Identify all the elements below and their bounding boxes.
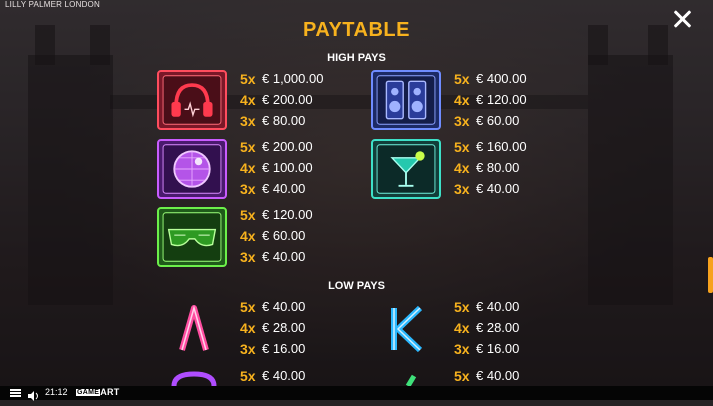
scrollbar-thumb[interactable] [708, 257, 713, 293]
pay-amount: € 16.00 [476, 341, 520, 356]
pay-multiplier: 5x [240, 139, 256, 155]
pay-multiplier: 3x [454, 341, 470, 357]
pay-amount: € 40.00 [476, 181, 520, 196]
pay-multiplier: 5x [240, 299, 256, 315]
game-title: LILLY PALMER LONDON [5, 0, 100, 9]
pay-amount: € 1,000.00 [262, 71, 324, 86]
pay-amount: € 160.00 [476, 139, 527, 154]
disco-ball-icon [157, 139, 227, 199]
pay-multiplier: 5x [454, 299, 470, 315]
pay-amount: € 40.00 [262, 249, 306, 264]
pay-amount: € 40.00 [476, 368, 520, 383]
headphones-icon [157, 70, 227, 130]
pay-amount: € 28.00 [476, 320, 520, 335]
high-pays-heading: HIGH PAYS [327, 52, 386, 64]
pay-amount: € 28.00 [262, 320, 306, 335]
pay-amount: € 200.00 [262, 92, 313, 107]
pay-amount: € 40.00 [262, 299, 306, 314]
scrollbar[interactable] [708, 45, 713, 375]
pay-multiplier: 5x [240, 71, 256, 87]
letter-k-icon [372, 298, 440, 358]
pay-amount: € 120.00 [262, 207, 313, 222]
pay-amount: € 60.00 [476, 113, 520, 128]
pay-multiplier: 4x [240, 228, 256, 244]
pay-amount: € 40.00 [262, 181, 306, 196]
pay-multiplier: 5x [240, 207, 256, 223]
cocktail-icon [371, 139, 441, 199]
pay-multiplier: 3x [240, 113, 256, 129]
pay-multiplier: 4x [240, 160, 256, 176]
letter-j-icon [372, 366, 440, 386]
pay-amount: € 80.00 [476, 160, 520, 175]
pay-multiplier: 3x [454, 113, 470, 129]
sound-icon[interactable] [28, 388, 40, 401]
paytable-title: PAYTABLE [303, 19, 410, 41]
pay-amount: € 200.00 [262, 139, 313, 154]
speakers-icon [371, 70, 441, 130]
pay-amount: € 16.00 [262, 341, 306, 356]
pay-multiplier: 5x [454, 368, 470, 384]
bottom-bar: 21:12 GAMEART [0, 386, 713, 401]
menu-icon[interactable] [10, 389, 21, 397]
pay-amount: € 60.00 [262, 228, 306, 243]
pay-multiplier: 4x [454, 320, 470, 336]
letter-a-icon [160, 298, 228, 358]
low-pays-heading: LOW PAYS [328, 280, 385, 292]
pay-multiplier: 3x [454, 181, 470, 197]
pay-multiplier: 5x [454, 139, 470, 155]
pay-multiplier: 5x [454, 71, 470, 87]
brand-logo: GAMEART [76, 387, 120, 397]
pay-amount: € 40.00 [476, 299, 520, 314]
pay-multiplier: 4x [454, 160, 470, 176]
brand-suffix: ART [100, 387, 120, 397]
sunglasses-icon [157, 207, 227, 267]
pay-multiplier: 3x [240, 249, 256, 265]
pay-multiplier: 4x [454, 92, 470, 108]
pay-amount: € 120.00 [476, 92, 527, 107]
pay-amount: € 100.00 [262, 160, 313, 175]
pay-amount: € 40.00 [262, 368, 306, 383]
pay-multiplier: 5x [240, 368, 256, 384]
pay-multiplier: 3x [240, 341, 256, 357]
clock: 21:12 [45, 387, 68, 397]
pay-amount: € 400.00 [476, 71, 527, 86]
letter-q-icon [160, 366, 228, 386]
pay-multiplier: 4x [240, 320, 256, 336]
pay-multiplier: 4x [240, 92, 256, 108]
pay-multiplier: 3x [240, 181, 256, 197]
pay-amount: € 80.00 [262, 113, 306, 128]
brand-prefix: GAME [76, 389, 101, 396]
